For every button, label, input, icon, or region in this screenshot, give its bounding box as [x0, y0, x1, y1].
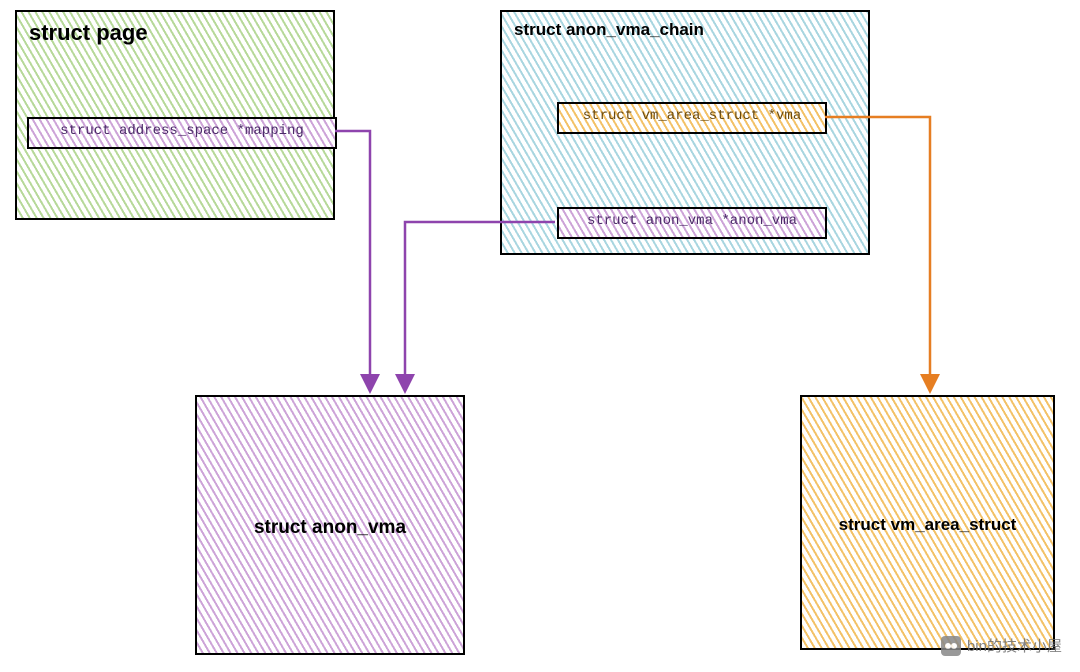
- watermark-text: bin的技术小屋: [967, 635, 1062, 656]
- field-vm-area-struct-vma: struct vm_area_struct *vma: [557, 102, 827, 134]
- box-anon-vma-chain: struct anon_vma_chain struct vm_area_str…: [500, 10, 870, 255]
- watermark: bin的技术小屋: [941, 635, 1062, 656]
- box-vm-area-struct: struct vm_area_struct: [800, 395, 1055, 650]
- wechat-icon: [941, 636, 961, 656]
- box-struct-page: struct page struct address_space *mappin…: [15, 10, 335, 220]
- arrow-mapping-to-anonvma: [335, 131, 370, 390]
- field-anon-vma-ptr: struct anon_vma *anon_vma: [557, 207, 827, 239]
- label-vm-area-struct: struct vm_area_struct: [802, 515, 1053, 535]
- label-anon-vma: struct anon_vma: [197, 517, 463, 539]
- box-anon-vma: struct anon_vma: [195, 395, 465, 655]
- diagram-canvas: struct page struct address_space *mappin…: [0, 0, 1080, 672]
- title-anon-vma-chain: struct anon_vma_chain: [502, 12, 868, 48]
- field-address-space-mapping: struct address_space *mapping: [27, 117, 337, 149]
- title-struct-page: struct page: [17, 12, 333, 54]
